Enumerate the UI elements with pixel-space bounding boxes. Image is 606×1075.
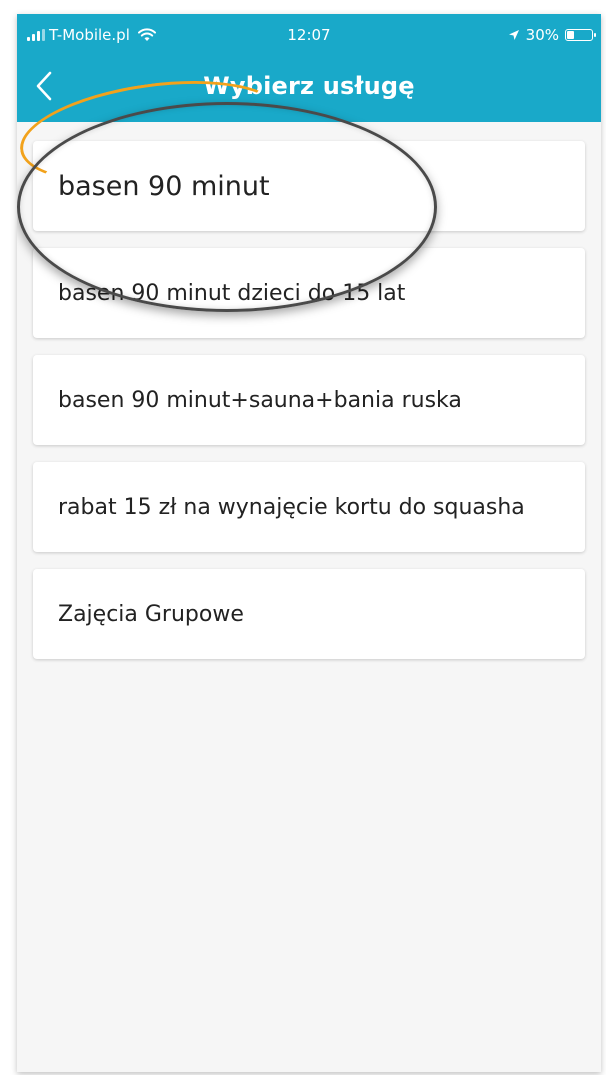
phone-screen: T-Mobile.pl 12:07 30% Wybierz usługę bas… bbox=[17, 14, 601, 1072]
top-bar: T-Mobile.pl 12:07 30% Wybierz usługę bbox=[17, 14, 601, 122]
service-item[interactable]: rabat 15 zł na wynajęcie kortu do squash… bbox=[33, 462, 585, 552]
battery-icon bbox=[565, 29, 596, 41]
nav-bar: Wybierz usługę bbox=[17, 58, 601, 122]
status-right: 30% bbox=[508, 26, 596, 44]
service-item[interactable]: basen 90 minut bbox=[33, 141, 585, 231]
battery-percent: 30% bbox=[525, 26, 559, 44]
battery-fill bbox=[567, 31, 574, 39]
service-list: basen 90 minut basen 90 minut dzieci do … bbox=[33, 141, 585, 676]
status-bar: T-Mobile.pl 12:07 30% bbox=[17, 14, 601, 58]
service-item[interactable]: basen 90 minut+sauna+bania ruska bbox=[33, 355, 585, 445]
page-title: Wybierz usługę bbox=[203, 72, 415, 100]
location-arrow-icon bbox=[508, 30, 519, 40]
service-item[interactable]: Zajęcia Grupowe bbox=[33, 569, 585, 659]
service-item[interactable]: basen 90 minut dzieci do 15 lat bbox=[33, 248, 585, 338]
